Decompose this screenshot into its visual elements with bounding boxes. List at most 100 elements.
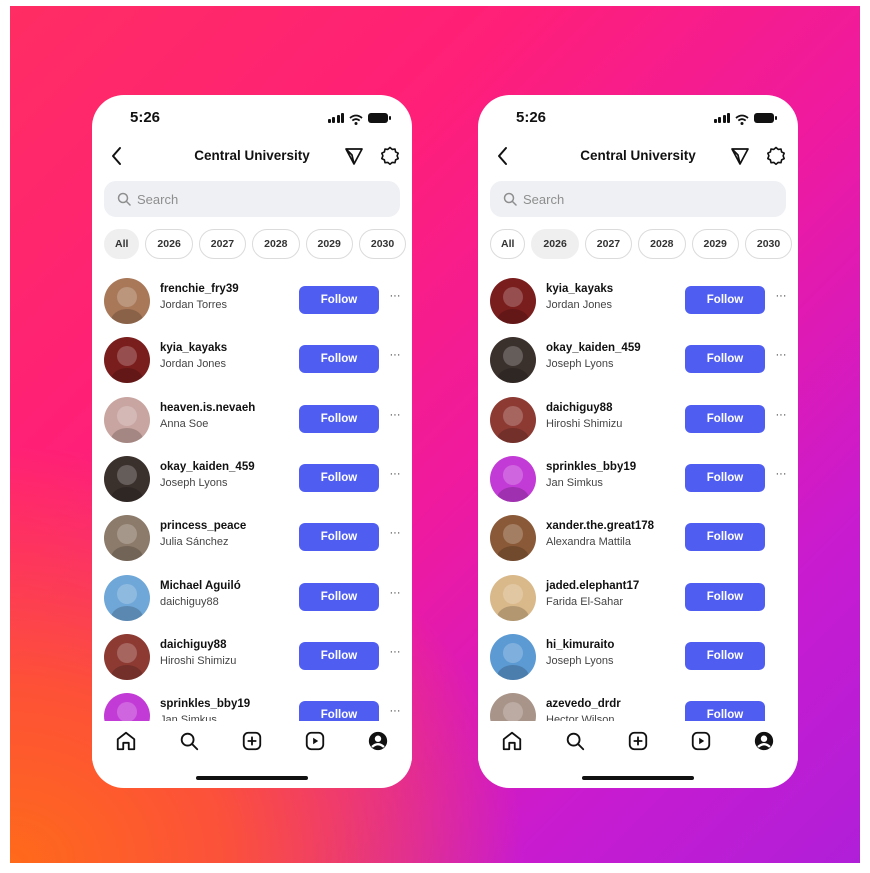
follow-button[interactable]: Follow: [299, 404, 379, 433]
more-options-icon[interactable]: ···: [388, 405, 402, 425]
list-item[interactable]: Michael Aguiló daichiguy88 Follow ···: [92, 570, 412, 630]
more-options-icon[interactable]: ···: [388, 642, 402, 662]
year-filter-chips: All 2026 2027 2028 2029 2030: [104, 229, 412, 263]
reels-icon[interactable]: [689, 729, 713, 753]
gear-icon[interactable]: [380, 146, 400, 166]
more-options-icon[interactable]: ···: [388, 523, 402, 543]
home-icon[interactable]: [114, 729, 138, 753]
avatar[interactable]: [490, 455, 536, 502]
more-options-icon[interactable]: ···: [388, 345, 402, 365]
avatar[interactable]: [104, 396, 150, 443]
more-options-icon[interactable]: ···: [774, 286, 788, 306]
follow-button[interactable]: Follow: [685, 523, 765, 552]
list-item[interactable]: daichiguy88 Hiroshi Shimizu Follow ···: [92, 629, 412, 689]
avatar[interactable]: [104, 278, 150, 324]
follow-button[interactable]: Follow: [685, 582, 765, 611]
filter-chip[interactable]: 2027: [584, 229, 633, 259]
avatar[interactable]: [490, 574, 536, 621]
search-input[interactable]: [523, 191, 723, 207]
avatar[interactable]: [104, 455, 150, 502]
list-item[interactable]: princess_peace Julia Sánchez Follow ···: [92, 510, 412, 570]
filter-chip[interactable]: All: [104, 229, 140, 259]
avatar[interactable]: [104, 693, 150, 721]
page-title: Central University: [194, 148, 310, 163]
search-bar[interactable]: [490, 181, 786, 217]
list-item[interactable]: okay_kaiden_459 Joseph Lyons Follow ···: [92, 451, 412, 511]
explore-icon[interactable]: [177, 729, 201, 753]
signal-icon: [713, 112, 730, 123]
avatar[interactable]: [490, 337, 536, 384]
more-options-icon[interactable]: ···: [774, 405, 788, 425]
avatar[interactable]: [490, 396, 536, 443]
bottom-tab-bar: [92, 721, 412, 761]
follow-button[interactable]: Follow: [299, 641, 379, 670]
more-options-icon[interactable]: ···: [388, 583, 402, 603]
follow-button[interactable]: Follow: [685, 463, 765, 492]
list-item[interactable]: daichiguy88 Hiroshi Shimizu Follow ···: [478, 392, 798, 452]
follow-button[interactable]: Follow: [685, 345, 765, 374]
filter-chip[interactable]: 2030: [358, 229, 407, 259]
follow-button[interactable]: Follow: [299, 286, 379, 314]
more-options-icon[interactable]: ···: [774, 345, 788, 365]
profile-icon[interactable]: [752, 729, 776, 753]
avatar[interactable]: [104, 574, 150, 621]
follow-button[interactable]: Follow: [299, 582, 379, 611]
follow-button[interactable]: Follow: [299, 463, 379, 492]
avatar[interactable]: [104, 337, 150, 384]
filter-chip[interactable]: 2028: [252, 229, 300, 259]
gear-icon[interactable]: [766, 146, 786, 166]
full-name: Jordan Jones: [546, 299, 613, 311]
more-options-icon[interactable]: ···: [388, 286, 402, 306]
list-item[interactable]: hi_kimuraito Joseph Lyons Follow: [478, 629, 798, 689]
list-item[interactable]: sprinkles_bby19 Jan Simkus Follow ···: [478, 451, 798, 511]
profile-icon[interactable]: [366, 729, 390, 753]
list-item[interactable]: azevedo_drdr Hector Wilson Follow: [478, 688, 798, 721]
explore-icon[interactable]: [563, 729, 587, 753]
list-item[interactable]: frenchie_fry39 Jordan Torres Follow ···: [92, 273, 412, 333]
filter-chip[interactable]: All: [490, 229, 526, 259]
list-item[interactable]: kyia_kayaks Jordan Jones Follow ···: [478, 273, 798, 333]
avatar[interactable]: [490, 278, 536, 324]
filter-chip[interactable]: 2027: [198, 229, 247, 259]
filter-chip[interactable]: 2028: [638, 229, 686, 259]
list-item[interactable]: xander.the.great178 Alexandra Mattila Foll…: [478, 510, 798, 570]
filter-chip[interactable]: 2026: [145, 229, 193, 259]
follow-button[interactable]: Follow: [299, 523, 379, 552]
avatar[interactable]: [104, 633, 150, 680]
more-options-icon[interactable]: ···: [774, 464, 788, 484]
list-item[interactable]: heaven.is.nevaeh Anna Soe Follow ···: [92, 392, 412, 452]
create-icon[interactable]: [240, 729, 264, 753]
avatar[interactable]: [490, 693, 536, 721]
follow-button[interactable]: Follow: [685, 701, 765, 721]
home-icon[interactable]: [500, 729, 524, 753]
follow-button[interactable]: Follow: [685, 641, 765, 670]
follow-button[interactable]: Follow: [299, 701, 379, 721]
avatar[interactable]: [490, 633, 536, 680]
avatar[interactable]: [490, 515, 536, 562]
filter-chip[interactable]: 2030: [744, 229, 793, 259]
search-input[interactable]: [137, 191, 337, 207]
username: frenchie_fry39: [160, 283, 239, 295]
list-item[interactable]: kyia_kayaks Jordan Jones Follow ···: [92, 332, 412, 392]
signal-icon: [327, 112, 344, 123]
list-item[interactable]: sprinkles_bby19 Jan Simkus Follow ···: [92, 688, 412, 721]
username: heaven.is.nevaeh: [160, 401, 256, 414]
search-bar[interactable]: [104, 181, 400, 217]
reels-icon[interactable]: [303, 729, 327, 753]
filter-chip[interactable]: 2029: [691, 229, 739, 259]
more-options-icon[interactable]: ···: [388, 701, 402, 721]
filter-chip[interactable]: 2029: [305, 229, 353, 259]
paper-plane-icon[interactable]: [730, 146, 750, 166]
more-options-icon[interactable]: ···: [388, 464, 402, 484]
username: daichiguy88: [160, 638, 227, 651]
avatar[interactable]: [104, 515, 150, 562]
follow-button[interactable]: Follow: [685, 286, 765, 314]
follow-button[interactable]: Follow: [299, 345, 379, 374]
follow-button[interactable]: Follow: [685, 404, 765, 433]
battery-icon: [754, 112, 777, 123]
list-item[interactable]: okay_kaiden_459 Joseph Lyons Follow ···: [478, 332, 798, 392]
paper-plane-icon[interactable]: [344, 146, 364, 166]
list-item[interactable]: jaded.elephant17 Farida El-Sahar Follow: [478, 570, 798, 630]
filter-chip[interactable]: 2026: [531, 229, 579, 259]
create-icon[interactable]: [626, 729, 650, 753]
